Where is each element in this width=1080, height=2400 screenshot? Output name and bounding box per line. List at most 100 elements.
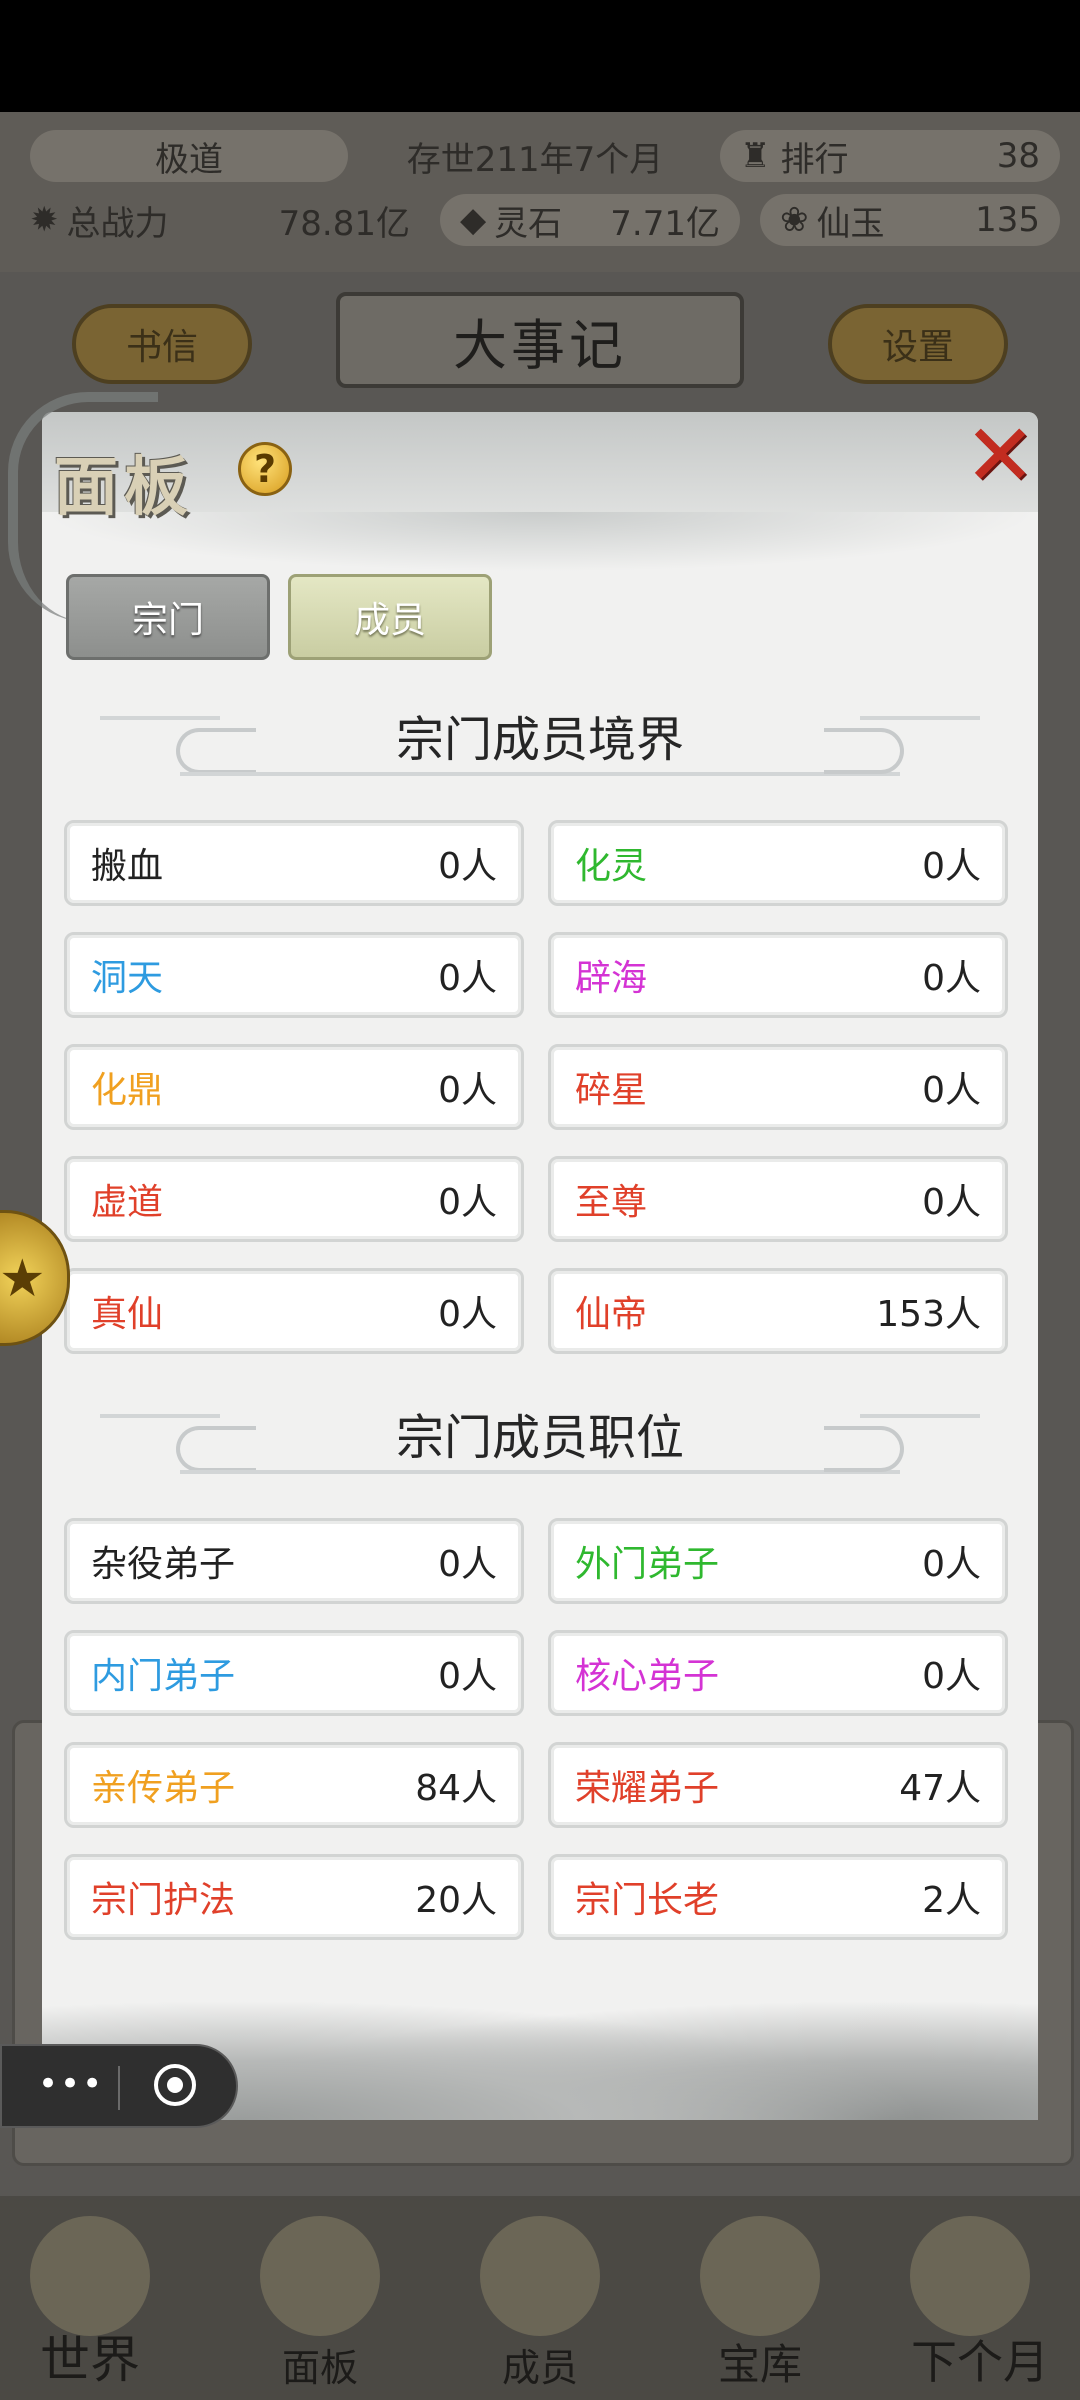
position-card: 杂役弟子 0人: [64, 1518, 524, 1604]
realm-count: 0人: [438, 1070, 497, 1111]
next-month-icon: [910, 2216, 1030, 2336]
rank-label: 排行: [780, 139, 849, 180]
position-section-title: 宗门成员职位: [395, 1410, 684, 1466]
realm-card: 虚道 0人: [64, 1156, 524, 1242]
capsule-divider: [118, 2066, 120, 2110]
age-text: 存世211年7个月: [370, 130, 700, 182]
tab-sect[interactable]: 宗门: [66, 574, 270, 660]
position-name: 宗门长老: [575, 1880, 720, 1921]
position-name: 杂役弟子: [91, 1544, 236, 1585]
jade-icon: ❀: [780, 200, 809, 240]
position-count: 0人: [438, 1656, 497, 1697]
rank-value: 38: [996, 136, 1040, 176]
realm-count: 0人: [438, 958, 497, 999]
power-pill: ✹ 总战力 78.81亿: [10, 194, 430, 246]
nav-members[interactable]: 成员: [450, 2196, 630, 2400]
realm-card: 化灵 0人: [548, 820, 1008, 906]
realm-card: 真仙 0人: [64, 1268, 524, 1354]
realm-card: 化鼎 0人: [64, 1044, 524, 1130]
position-card: 荣耀弟子 47人: [548, 1742, 1008, 1828]
position-count: 47人: [899, 1768, 981, 1809]
chronicle-title: 大事记: [336, 292, 744, 388]
realm-name: 化鼎: [91, 1070, 164, 1111]
position-name: 外门弟子: [575, 1544, 720, 1585]
realm-count: 0人: [922, 958, 981, 999]
treasury-icon: [700, 2216, 820, 2336]
position-card: 宗门护法 20人: [64, 1854, 524, 1940]
settings-button[interactable]: 设置: [828, 304, 1008, 384]
rank-pill[interactable]: ♜ 排行 38: [720, 130, 1060, 182]
realm-card: 搬血 0人: [64, 820, 524, 906]
realm-count: 0人: [922, 1070, 981, 1111]
realm-card: 洞天 0人: [64, 932, 524, 1018]
position-card: 核心弟子 0人: [548, 1630, 1008, 1716]
nav-panel-label: 面板: [281, 2346, 358, 2390]
position-name: 荣耀弟子: [575, 1768, 720, 1809]
nav-next-month[interactable]: 下个月: [880, 2196, 1080, 2400]
realm-label: 极道: [155, 139, 223, 180]
realm-count: 153人: [876, 1294, 981, 1335]
position-name: 宗门护法: [91, 1880, 236, 1921]
spirit-stone-value: 7.71亿: [610, 203, 720, 244]
exit-icon[interactable]: [154, 2064, 196, 2106]
panel-icon: [260, 2216, 380, 2336]
jade-value: 135: [975, 200, 1040, 240]
realm-name: 至尊: [575, 1182, 648, 1223]
nav-treasury[interactable]: 宝库: [670, 2196, 850, 2400]
close-icon[interactable]: ✕: [960, 413, 1040, 499]
more-icon[interactable]: •••: [38, 2064, 104, 2104]
position-count: 0人: [922, 1544, 981, 1585]
power-icon: ✹: [30, 200, 59, 240]
divider-line: [180, 1470, 900, 1474]
realm-card: 碎星 0人: [548, 1044, 1008, 1130]
rank-icon: ♜: [740, 136, 771, 176]
spirit-stone-pill[interactable]: ◆ 灵石 7.71亿: [440, 194, 740, 246]
tab-members[interactable]: 成员: [288, 574, 492, 660]
position-card: 外门弟子 0人: [548, 1518, 1008, 1604]
nav-members-label: 成员: [501, 2346, 578, 2390]
realm-card: 辟海 0人: [548, 932, 1008, 1018]
power-label: 总战力: [66, 203, 169, 244]
position-count: 0人: [922, 1656, 981, 1697]
letters-button[interactable]: 书信: [72, 304, 252, 384]
realm-name: 辟海: [575, 958, 648, 999]
modal-title: 面板: [54, 450, 194, 525]
position-name: 核心弟子: [575, 1656, 720, 1697]
realm-count: 0人: [922, 846, 981, 887]
position-card: 内门弟子 0人: [64, 1630, 524, 1716]
realm-name: 化灵: [575, 846, 648, 887]
realm-name: 碎星: [575, 1070, 648, 1111]
nav-world-label: 世界: [40, 2331, 140, 2389]
realm-name: 仙帝: [575, 1294, 648, 1335]
jade-pill[interactable]: ❀ 仙玉 135: [760, 194, 1060, 246]
realm-name: 真仙: [91, 1294, 164, 1335]
position-count: 20人: [415, 1880, 497, 1921]
nav-next-month-label: 下个月: [911, 2335, 1049, 2389]
realm-card: 至尊 0人: [548, 1156, 1008, 1242]
position-name: 亲传弟子: [91, 1768, 236, 1809]
realm-count: 0人: [438, 1182, 497, 1223]
mini-program-capsule: •••: [0, 2044, 238, 2128]
nav-world[interactable]: 世界: [0, 2196, 180, 2400]
position-card: 宗门长老 2人: [548, 1854, 1008, 1940]
position-card: 亲传弟子 84人: [64, 1742, 524, 1828]
position-name: 内门弟子: [91, 1656, 236, 1697]
spirit-stone-icon: ◆: [460, 200, 487, 240]
position-count: 84人: [415, 1768, 497, 1809]
realm-section-title: 宗门成员境界: [395, 712, 684, 768]
realm-name: 搬血: [91, 846, 164, 887]
help-icon[interactable]: ?: [238, 442, 292, 496]
members-icon: [480, 2216, 600, 2336]
realm-count: 0人: [922, 1182, 981, 1223]
nav-panel[interactable]: 面板: [230, 2196, 410, 2400]
realm-count: 0人: [438, 1294, 497, 1335]
position-count: 2人: [922, 1880, 981, 1921]
star-icon: ★: [0, 1249, 46, 1309]
power-value: 78.81亿: [278, 203, 410, 244]
hud-header: 极道 存世211年7个月 ♜ 排行 38 ✹ 总战力 78.81亿 ◆ 灵石 7…: [0, 112, 1080, 272]
world-icon: [30, 2216, 150, 2336]
position-count: 0人: [438, 1544, 497, 1585]
spirit-stone-label: 灵石: [494, 203, 563, 244]
realm-count: 0人: [438, 846, 497, 887]
realm-badge: 极道: [30, 130, 348, 182]
